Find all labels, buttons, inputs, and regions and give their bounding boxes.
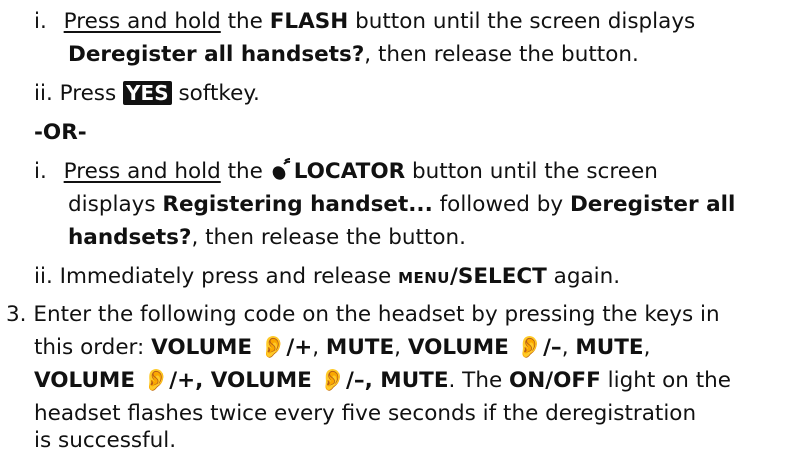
step-number: ii. — [34, 264, 53, 289]
text: , then release the button. — [191, 225, 466, 250]
text: , — [643, 335, 651, 360]
key-name: VOLUME 👂/+ — [151, 335, 313, 360]
step-ii-a-line: ii. Press YES softkey. — [34, 77, 260, 110]
text: Enter the following code on the headset … — [33, 302, 720, 327]
button-name: LOCATOR — [293, 159, 406, 184]
text: again. — [546, 264, 621, 289]
text: Press — [59, 81, 124, 106]
key-name: MUTE — [325, 335, 395, 360]
yes-softkey-label: YES — [123, 81, 172, 105]
text: . The — [448, 368, 510, 393]
text: the — [220, 159, 270, 184]
step-i-a-line-2: Deregister all handsets?, then release t… — [68, 38, 639, 71]
text: button until the screen — [405, 159, 658, 184]
text: , then release the button. — [364, 42, 639, 67]
key-sequence: VOLUME 👂/+, VOLUME 👂/–, MUTE — [34, 368, 449, 393]
light-name: ON/OFF — [509, 368, 601, 393]
emphasis-text: Press and hold — [63, 159, 221, 184]
step-3-line-2: this order: VOLUME 👂/+, MUTE, VOLUME 👂/–… — [34, 331, 650, 364]
screen-message: Deregister all — [569, 192, 736, 217]
screen-message: handsets? — [68, 225, 192, 250]
text: button until the screen displays — [348, 9, 696, 34]
step-i-b-line-3: handsets?, then release the button. — [68, 221, 466, 254]
step-3-line-1: 3. Enter the following code on the heads… — [6, 298, 720, 331]
step-3-line-5: is successful. — [34, 428, 177, 453]
text: the — [220, 9, 270, 34]
step-number: i. — [34, 9, 47, 34]
step-i-b-line-1: i. Press and hold the LOCATOR button unt… — [34, 155, 658, 191]
key-name: /SELECT — [449, 264, 547, 289]
key-name: MENU — [398, 269, 450, 287]
step-ii-b-line: ii. Immediately press and release MENU/S… — [34, 260, 620, 295]
instruction-page: i. Press and hold the FLASH button until… — [0, 0, 802, 457]
text: this order: — [34, 335, 152, 360]
text: , — [394, 335, 408, 360]
button-name: FLASH — [269, 9, 349, 34]
key-name: MUTE — [575, 335, 644, 360]
text: light on the — [600, 368, 732, 393]
text: , — [312, 335, 326, 360]
key-name: VOLUME 👂/– — [407, 335, 562, 360]
text: Immediately press and release — [59, 264, 399, 289]
locator-icon — [270, 157, 294, 191]
step-number: i. — [34, 159, 47, 184]
step-i-b-line-2: displays Registering handset... followed… — [68, 188, 735, 221]
step-3-line-3: VOLUME 👂/+, VOLUME 👂/–, MUTE. The ON/OFF… — [34, 364, 731, 397]
text: softkey. — [171, 81, 260, 106]
text: , — [561, 335, 576, 360]
text: followed by — [432, 192, 570, 217]
text: displays — [68, 192, 163, 217]
screen-message: Deregister all handsets? — [68, 42, 365, 67]
step-number: 3. — [6, 302, 27, 327]
emphasis-text: Press and hold — [63, 9, 221, 34]
or-separator: -OR- — [34, 120, 87, 145]
step-i-a-line-1: i. Press and hold the FLASH button until… — [34, 5, 695, 38]
step-number: ii. — [34, 81, 53, 106]
screen-message: Registering handset... — [162, 192, 433, 217]
